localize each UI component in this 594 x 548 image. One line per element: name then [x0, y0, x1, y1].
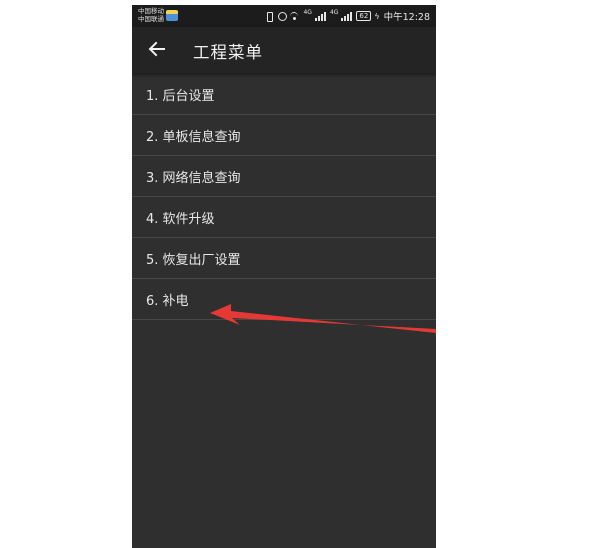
menu-item-factory-reset[interactable]: 5. 恢复出厂设置 — [132, 238, 436, 279]
carrier-2-label: 中国联通 — [138, 15, 164, 23]
menu-item-label: 5. 恢复出厂设置 — [146, 252, 241, 268]
phone-screen: 中国移动 中国联通 4G 4G 62 ϟ 中午12:28 工程菜单 1. 后台设… — [132, 5, 436, 548]
status-icons: 4G 4G 62 ϟ 中午12:28 — [264, 9, 430, 23]
app-notification-icon — [166, 10, 178, 21]
menu-list: 1. 后台设置 2. 单板信息查询 3. 网络信息查询 4. 软件升级 5. 恢… — [132, 74, 436, 320]
menu-item-network-info[interactable]: 3. 网络信息查询 — [132, 156, 436, 197]
status-bar: 中国移动 中国联通 4G 4G 62 ϟ 中午12:28 — [132, 5, 436, 27]
menu-item-label: 3. 网络信息查询 — [146, 170, 241, 186]
page-title: 工程菜单 — [193, 43, 263, 62]
signal-1-icon — [314, 11, 327, 21]
charging-icon: ϟ — [374, 11, 380, 21]
network-type-1: 4G — [303, 9, 312, 16]
menu-item-background-settings[interactable]: 1. 后台设置 — [132, 74, 436, 115]
menu-item-label: 2. 单板信息查询 — [146, 129, 241, 145]
carrier-labels: 中国移动 中国联通 — [138, 7, 164, 23]
battery-icon: 62 — [356, 11, 372, 21]
alarm-icon — [277, 11, 288, 21]
battery-level: 62 — [359, 12, 369, 20]
menu-item-label: 6. 补电 — [146, 293, 189, 309]
menu-item-label: 4. 软件升级 — [146, 211, 215, 227]
menu-item-battery-calibration[interactable]: 6. 补电 — [132, 279, 436, 320]
menu-item-board-info[interactable]: 2. 单板信息查询 — [132, 115, 436, 156]
carrier-1-label: 中国移动 — [138, 7, 164, 15]
signal-2-icon — [341, 11, 353, 21]
app-bar: 工程菜单 — [132, 27, 436, 73]
back-button[interactable] — [146, 38, 168, 60]
vibrate-icon — [264, 11, 274, 22]
menu-item-label: 1. 后台设置 — [146, 88, 215, 104]
network-type-2: 4G — [329, 9, 339, 16]
menu-item-software-upgrade[interactable]: 4. 软件升级 — [132, 197, 436, 238]
wifi-icon — [290, 11, 300, 21]
arrow-left-icon — [148, 41, 165, 57]
status-time: 中午12:28 — [383, 12, 430, 23]
